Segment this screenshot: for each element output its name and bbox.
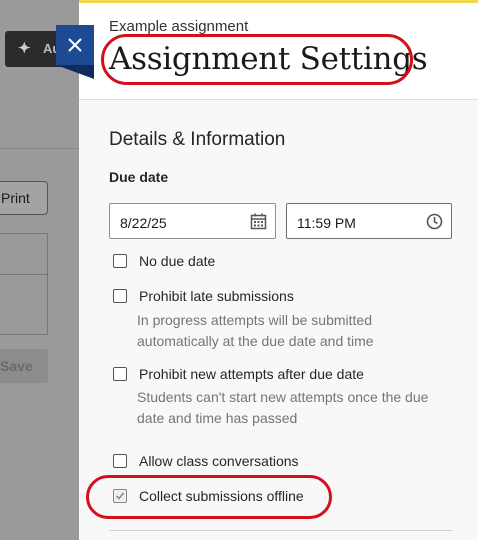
class-conversations-checkbox[interactable] [113, 454, 127, 468]
background-table-divider [0, 274, 47, 275]
sparkle-icon: ✦ [18, 40, 31, 57]
prohibit-new-attempts-checkbox[interactable] [113, 367, 127, 381]
background-table [0, 233, 48, 335]
due-date-label: Due date [109, 169, 169, 185]
panel-header: Example assignment Assignment Settings [79, 0, 478, 100]
clock-icon[interactable] [426, 213, 443, 233]
collect-offline-highlight-annotation [86, 475, 332, 519]
close-icon [68, 38, 82, 52]
prohibit-late-label[interactable]: Prohibit late submissions [139, 288, 294, 304]
assignment-name: Example assignment [109, 18, 249, 35]
assignment-settings-panel: Example assignment Assignment Settings D… [79, 0, 478, 540]
no-due-date-label[interactable]: No due date [139, 253, 215, 269]
save-label: Save [0, 358, 33, 374]
print-label: Print [1, 190, 30, 206]
prohibit-late-checkbox[interactable] [113, 289, 127, 303]
due-time-value: 11:59 PM [297, 215, 356, 231]
class-conversations-label[interactable]: Allow class conversations [139, 453, 299, 469]
no-due-date-checkbox[interactable] [113, 254, 127, 268]
calendar-icon[interactable] [250, 213, 267, 233]
close-panel-button[interactable] [56, 25, 94, 79]
section-divider [109, 530, 452, 531]
title-highlight-annotation [101, 34, 413, 85]
section-heading: Details & Information [109, 129, 286, 150]
due-time-input[interactable]: 11:59 PM [286, 203, 452, 239]
print-button[interactable]: Print [0, 181, 48, 215]
prohibit-late-help: In progress attempts will be submitted a… [137, 312, 374, 349]
prohibit-new-attempts-label[interactable]: Prohibit new attempts after due date [139, 366, 364, 382]
due-date-input[interactable]: 8/22/25 [109, 203, 276, 239]
due-date-value: 8/22/25 [120, 215, 167, 231]
prohibit-new-attempts-help: Students can't start new attempts once t… [137, 389, 429, 426]
save-button[interactable]: Save [0, 349, 48, 383]
